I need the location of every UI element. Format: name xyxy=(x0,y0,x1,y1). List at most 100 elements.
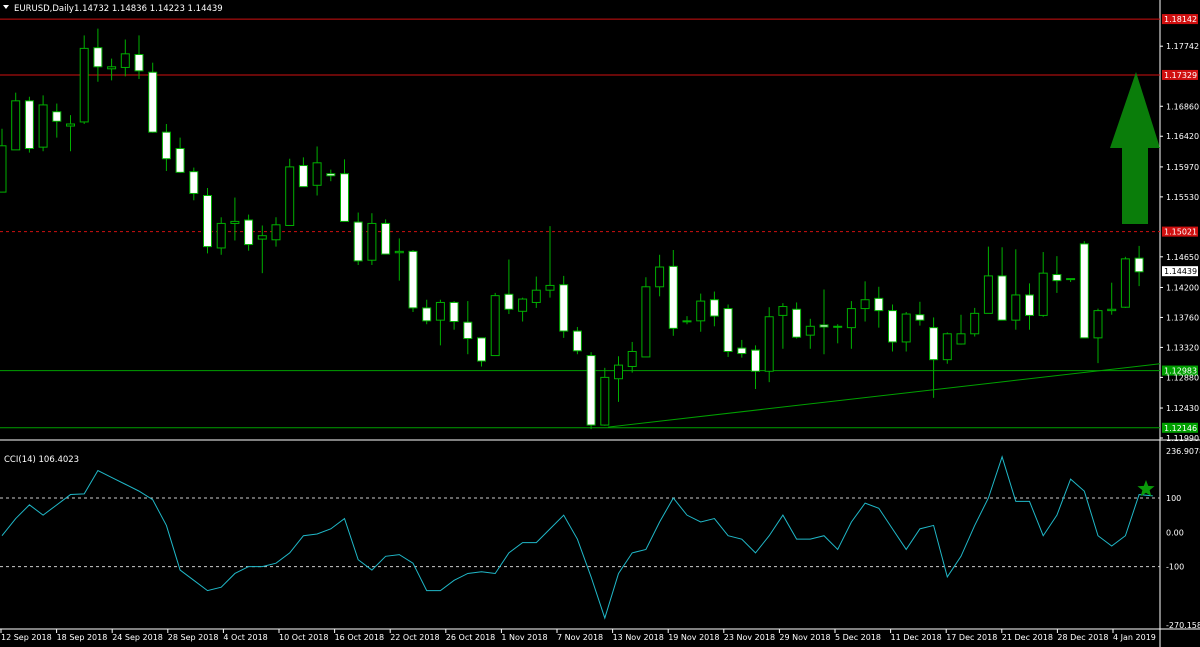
horizontal-levels[interactable]: 1.181421.173291.150211.129831.12146 xyxy=(0,14,1198,433)
candle-body xyxy=(107,66,117,70)
candle-body xyxy=(559,284,569,332)
price-tick-label: 1.14650 xyxy=(1166,253,1199,262)
time-tick-label: 7 Nov 2018 xyxy=(557,633,603,642)
candle-body xyxy=(148,71,158,133)
candle-body xyxy=(257,235,267,240)
candle-body xyxy=(367,222,377,261)
candle-body xyxy=(1052,274,1062,282)
candle-body xyxy=(833,325,843,328)
time-tick-label: 12 Sep 2018 xyxy=(1,633,52,642)
candle-body xyxy=(134,54,144,72)
price-tick-label: 1.13760 xyxy=(1166,313,1199,322)
time-tick-label: 29 Nov 2018 xyxy=(779,633,830,642)
candle-body xyxy=(888,310,897,343)
candle-body xyxy=(586,355,596,426)
candle-body xyxy=(696,300,706,322)
candle-body xyxy=(38,104,48,148)
candle-body xyxy=(79,47,89,123)
time-tick-label: 26 Oct 2018 xyxy=(446,633,495,642)
price-tick-label: 1.12430 xyxy=(1166,404,1199,413)
up-arrow-icon xyxy=(1110,72,1160,224)
candle-body xyxy=(1038,272,1048,316)
time-tick-label: 22 Oct 2018 xyxy=(390,633,439,642)
trendline[interactable] xyxy=(607,363,1161,428)
candle-body xyxy=(614,364,623,380)
candle-body xyxy=(422,307,432,322)
candle-body xyxy=(751,349,760,372)
candle-body xyxy=(531,289,541,303)
time-tick-label: 13 Nov 2018 xyxy=(613,633,664,642)
cci-tick-label: 0.00 xyxy=(1166,528,1184,537)
candle-body xyxy=(518,298,528,312)
level-label: 1.12146 xyxy=(1164,424,1197,433)
price-tick-label: 1.12880 xyxy=(1166,373,1199,382)
candle-body xyxy=(298,165,308,188)
time-tick-label: 10 Oct 2018 xyxy=(279,633,328,642)
candle-body xyxy=(340,173,349,222)
candle-body xyxy=(545,284,555,291)
candle-body xyxy=(1107,308,1117,312)
time-tick-label: 16 Oct 2018 xyxy=(335,633,384,642)
time-axis: 12 Sep 2018 18 Sep 2018 24 Sep 2018 28 Sep … xyxy=(0,629,1156,642)
candle-body xyxy=(970,312,980,335)
candle-body xyxy=(230,220,240,224)
current-price-label: 1.14439 xyxy=(1164,267,1197,276)
candle-body xyxy=(792,308,802,338)
cci-indicator: CCI(14) 106.4023 236.9078 100 0.00 -100 -270.… xyxy=(0,447,1200,630)
level-label: 1.18142 xyxy=(1164,15,1197,24)
price-tick-label: 1.14200 xyxy=(1166,283,1199,292)
candle-body xyxy=(997,275,1007,321)
ohlc-label: 1.14732 1.14836 1.14223 1.14439 xyxy=(74,4,223,14)
price-tick-label: 1.16860 xyxy=(1166,102,1199,111)
triangle-down-icon[interactable] xyxy=(3,5,9,9)
candle-body xyxy=(668,265,678,329)
time-tick-label: 23 Nov 2018 xyxy=(724,633,775,642)
time-tick-label: 17 Dec 2018 xyxy=(946,633,997,642)
candle-body xyxy=(737,347,747,355)
trading-chart[interactable]: 1.181421.173291.150211.129831.12146 1.17… xyxy=(0,0,1200,647)
price-tick-label: 1.15530 xyxy=(1166,193,1199,202)
cci-tick-label: -100 xyxy=(1166,563,1184,572)
candlestick-series xyxy=(0,28,1144,430)
candle-body xyxy=(326,173,336,177)
time-tick-label: 5 Dec 2018 xyxy=(835,633,881,642)
candle-body xyxy=(682,320,692,323)
candle-body xyxy=(504,293,514,310)
candle-body xyxy=(915,314,925,321)
candle-body xyxy=(1134,257,1144,273)
candle-body xyxy=(1011,294,1021,321)
candle-body xyxy=(929,327,939,361)
candle-body xyxy=(449,301,459,323)
candle-body xyxy=(408,250,418,309)
candle-body xyxy=(627,350,637,367)
level-label: 1.17329 xyxy=(1164,71,1197,80)
chart-frame xyxy=(0,0,1200,647)
time-tick-label: 24 Sep 2018 xyxy=(112,633,163,642)
candle-body xyxy=(956,333,966,345)
candle-body xyxy=(52,111,62,122)
time-tick-label: 11 Dec 2018 xyxy=(891,633,942,642)
level-label: 1.15021 xyxy=(1164,228,1197,237)
chart-header: EURUSD,Daily 1.14732 1.14836 1.14223 1.1… xyxy=(3,4,223,14)
candle-body xyxy=(353,221,363,262)
time-tick-label: 21 Dec 2018 xyxy=(1002,633,1053,642)
symbol-label: EURUSD,Daily xyxy=(14,4,74,14)
time-tick-label: 18 Sep 2018 xyxy=(57,633,108,642)
candle-body xyxy=(764,316,774,372)
time-tick-label: 1 Nov 2018 xyxy=(501,633,547,642)
candle-body xyxy=(11,100,21,151)
candle-body xyxy=(244,219,254,246)
price-tick-label: 1.15970 xyxy=(1166,163,1199,172)
cci-tick-label: 236.9078 xyxy=(1166,447,1200,456)
candle-body xyxy=(901,313,911,343)
price-tick-label: 1.17742 xyxy=(1166,42,1199,51)
candle-body xyxy=(120,53,130,68)
candle-body xyxy=(66,123,75,127)
candle-body xyxy=(285,166,295,226)
candle-body xyxy=(0,145,7,193)
price-tick-label: 1.16420 xyxy=(1166,132,1199,141)
cci-line xyxy=(1,455,1153,620)
candle-body xyxy=(860,299,870,310)
support-trendline[interactable] xyxy=(607,363,1161,428)
candle-body xyxy=(1093,310,1103,339)
